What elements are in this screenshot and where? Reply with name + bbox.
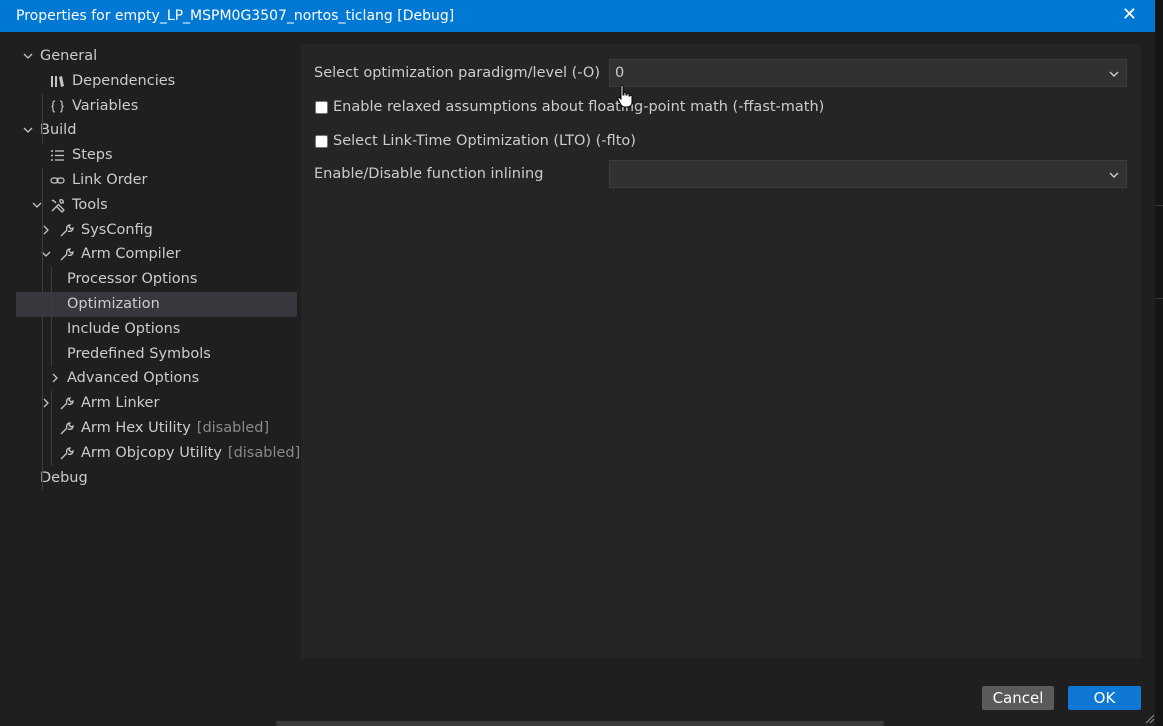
- fast-math-label: Enable relaxed assumptions about floatin…: [333, 99, 825, 115]
- wrench-icon: [60, 248, 74, 261]
- settings-tree: General Dependencies Variables Build Steps Li…: [16, 44, 301, 491]
- tree-item-dependencies[interactable]: Dependencies: [16, 69, 297, 94]
- tree-item-general[interactable]: General: [16, 44, 297, 69]
- indent-guide: [51, 391, 52, 466]
- optimization-level-select[interactable]: 0: [609, 59, 1127, 87]
- tree-item-steps[interactable]: Steps: [16, 143, 297, 168]
- tree-item-label: Tools: [72, 196, 108, 213]
- edge-divider: [1155, 205, 1163, 206]
- link-icon: [50, 177, 65, 184]
- background-edge: [1155, 0, 1163, 726]
- disabled-badge: [disabled]: [227, 444, 301, 461]
- tree-item-label: General: [40, 48, 98, 64]
- tree-item-arm-hex-utility[interactable]: Arm Hex Utility [disabled]: [16, 416, 297, 441]
- wrench-icon: [60, 422, 74, 435]
- indent-guide: [51, 267, 52, 367]
- tree-item-label: Link Order: [72, 171, 148, 188]
- tree-item-arm-compiler[interactable]: Arm Compiler: [16, 242, 297, 267]
- tree-item-include-options[interactable]: Include Options: [16, 317, 297, 342]
- ok-button[interactable]: OK: [1068, 686, 1141, 710]
- chevron-right-icon[interactable]: [50, 373, 60, 383]
- inlining-label: Enable/Disable function inlining: [314, 166, 544, 182]
- tree-item-link-order[interactable]: Link Order: [16, 168, 297, 193]
- library-icon: [51, 75, 64, 87]
- tree-item-label: Dependencies: [72, 72, 176, 89]
- resize-grip-icon[interactable]: [1143, 712, 1155, 724]
- tree-item-label: Optimization: [67, 295, 160, 312]
- tree-item-label: SysConfig: [81, 221, 153, 238]
- tree-item-label: Build: [40, 122, 77, 139]
- tree-item-label: Advanced Options: [67, 370, 200, 387]
- tree-item-label: Predefined Symbols: [67, 345, 211, 362]
- tree-item-build[interactable]: Build: [16, 118, 297, 143]
- horizontal-scrollbar[interactable]: [276, 721, 884, 726]
- tree-item-label: Variables: [72, 97, 139, 114]
- lto-checkbox[interactable]: [315, 135, 328, 148]
- tree-item-tools[interactable]: Tools: [16, 193, 297, 218]
- window-title: Properties for empty_LP_MSPM0G3507_norto…: [16, 8, 455, 24]
- lto-label: Select Link-Time Optimization (LTO) (-fl…: [333, 133, 636, 149]
- chevron-down-icon[interactable]: [23, 51, 33, 61]
- tree-item-optimization[interactable]: Optimization: [16, 291, 297, 317]
- tree-item-arm-linker[interactable]: Arm Linker: [16, 391, 297, 416]
- tree-item-arm-objcopy-utility[interactable]: Arm Objcopy Utility [disabled]: [16, 441, 301, 466]
- wrench-icon: [60, 397, 74, 410]
- tree-item-advanced-options[interactable]: Advanced Options: [16, 366, 297, 391]
- tools-icon: [51, 198, 65, 213]
- list-icon: [51, 150, 64, 162]
- hand-cursor-icon: [617, 84, 633, 108]
- tree-item-label: Arm Hex Utility [disabled]: [81, 419, 270, 436]
- indent-guide: [42, 93, 43, 144]
- title-bar: Properties for empty_LP_MSPM0G3507_norto…: [0, 0, 1155, 32]
- wrench-icon: [60, 447, 74, 460]
- tree-item-label: Arm Linker: [81, 395, 160, 412]
- tree-item-label: Arm Objcopy Utility [disabled]: [81, 444, 301, 461]
- disabled-badge: [disabled]: [196, 419, 270, 436]
- chevron-down-icon[interactable]: [23, 125, 33, 135]
- tree-item-label: Steps: [72, 147, 113, 164]
- chevron-down-icon: [1109, 172, 1119, 178]
- close-icon[interactable]: ✕: [1122, 6, 1137, 24]
- wrench-icon: [60, 223, 74, 237]
- optimization-level-label: Select optimization paradigm/level (-O): [314, 65, 600, 81]
- tree-item-sysconfig[interactable]: SysConfig: [16, 218, 297, 243]
- braces-icon: [51, 99, 64, 113]
- optimization-level-value: 0: [615, 65, 625, 81]
- tree-item-label: Processor Options: [67, 271, 198, 288]
- cancel-button[interactable]: Cancel: [982, 686, 1054, 710]
- tree-item-label: Arm Compiler: [81, 246, 181, 263]
- options-panel: Select optimization paradigm/level (-O) …: [301, 44, 1141, 658]
- tree-item-processor-options[interactable]: Processor Options: [16, 267, 297, 292]
- inlining-select[interactable]: [609, 160, 1127, 188]
- tree-item-label: Debug: [40, 469, 88, 486]
- edge-divider: [1155, 298, 1163, 299]
- indent-guide: [42, 168, 43, 491]
- tree-item-debug[interactable]: Debug: [16, 466, 297, 491]
- tree-item-label: Include Options: [67, 320, 181, 337]
- tree-item-predefined-symbols[interactable]: Predefined Symbols: [16, 342, 297, 367]
- chevron-down-icon: [1109, 71, 1119, 77]
- fast-math-checkbox[interactable]: [315, 101, 328, 114]
- chevron-down-icon[interactable]: [32, 200, 42, 210]
- tree-item-variables[interactable]: Variables: [16, 94, 297, 119]
